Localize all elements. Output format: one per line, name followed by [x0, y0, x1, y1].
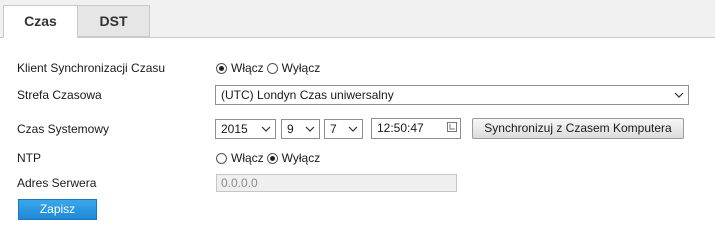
ntp-radio-group: Włącz Wyłącz: [216, 151, 323, 165]
tab-dst[interactable]: DST: [78, 5, 150, 37]
sync-client-off-label: Wyłącz: [281, 61, 321, 75]
timezone-value: (UTC) Londyn Czas uniwersalny: [221, 88, 394, 102]
year-select[interactable]: 2015: [215, 119, 276, 139]
ntp-off-radio[interactable]: [266, 152, 278, 164]
sync-client-on-label: Włącz: [231, 61, 264, 75]
sync-client-on-radio[interactable]: [216, 62, 227, 74]
time-value: 12:50:47: [377, 121, 424, 135]
ntp-on-label: Włącz: [231, 151, 264, 165]
ntp-on-radio[interactable]: [216, 152, 227, 164]
sync-client-label: Klient Synchronizacji Czasu: [17, 61, 166, 75]
tab-bar: Czas DST: [0, 0, 715, 38]
tab-czas[interactable]: Czas: [3, 5, 78, 38]
day-select[interactable]: 7: [324, 119, 363, 139]
ntp-label: NTP: [17, 151, 41, 165]
day-value: 7: [330, 122, 337, 136]
timezone-label: Strefa Czasowa: [17, 88, 102, 102]
save-button[interactable]: Zapisz: [18, 199, 97, 220]
chevron-down-icon: [261, 126, 271, 132]
time-picker-icon[interactable]: [447, 122, 457, 132]
chevron-down-icon: [674, 92, 684, 98]
chevron-down-icon: [305, 126, 315, 132]
sync-client-radio-group: Włącz Wyłącz: [216, 61, 323, 75]
year-value: 2015: [221, 122, 248, 136]
system-time-label: Czas Systemowy: [17, 122, 110, 136]
sync-client-off-radio[interactable]: [266, 62, 278, 74]
month-value: 9: [287, 122, 294, 136]
month-select[interactable]: 9: [281, 119, 320, 139]
time-input[interactable]: 12:50:47: [371, 118, 461, 139]
sync-with-computer-button[interactable]: Synchronizuj z Czasem Komputera: [472, 118, 684, 139]
server-address-label: Adres Serwera: [17, 176, 97, 190]
server-address-input[interactable]: 0.0.0.0: [216, 174, 457, 192]
chevron-down-icon: [348, 126, 358, 132]
ntp-off-label: Wyłącz: [281, 151, 321, 165]
timezone-select[interactable]: (UTC) Londyn Czas uniwersalny: [215, 85, 689, 105]
